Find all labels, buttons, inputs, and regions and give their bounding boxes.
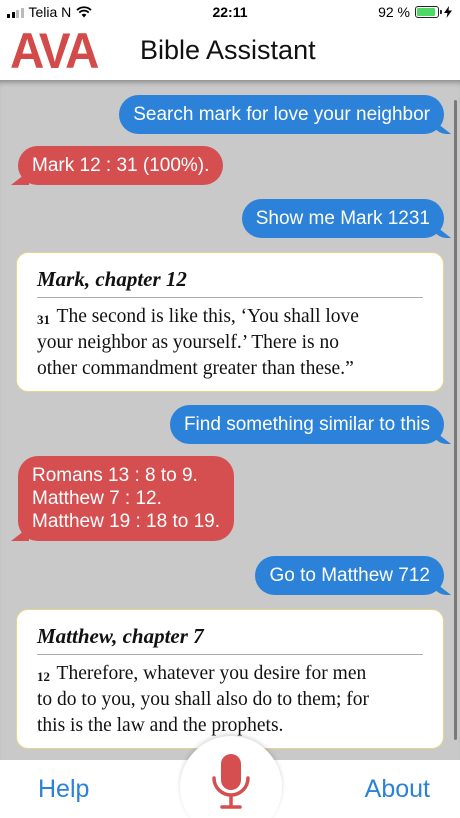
about-button[interactable]: About	[365, 775, 430, 804]
status-bar: Telia N 22:11 92 %	[0, 0, 460, 24]
assistant-message[interactable]: Mark 12 : 31 (100%).	[18, 146, 224, 185]
user-message: Search mark for love your neighbor	[119, 95, 444, 134]
message-text: Show me Mark 1231	[255, 208, 430, 229]
message-text: Mark 12 : 31 (100%).	[32, 155, 210, 176]
verse-line: this is the law and the prophets.	[37, 715, 284, 736]
verse-card: Mark, chapter 12 31 The second is like t…	[16, 252, 444, 392]
message-text: Find something similar to this	[183, 414, 430, 435]
verse-line: to do to you, you shall also do to them;…	[37, 689, 370, 710]
message-line: Matthew 7 : 12.	[32, 488, 162, 509]
message-text: Go to Matthew 712	[269, 565, 430, 586]
user-message: Go to Matthew 712	[255, 556, 444, 595]
microphone-icon	[212, 754, 250, 809]
verse-line: your neighbor as yourself.’ There is no	[37, 332, 339, 353]
verse-card-title: Mark, chapter 12	[37, 267, 423, 298]
verse-number: 12	[37, 669, 50, 684]
verse-card-title: Matthew, chapter 7	[37, 624, 423, 655]
verse-text: 12 Therefore, whatever you desire for me…	[37, 661, 423, 739]
chat-area[interactable]: Search mark for love your neighbor Mark …	[0, 80, 460, 760]
app-header: AVA Bible Assistant	[0, 24, 460, 80]
verse-number: 31	[37, 312, 50, 327]
charging-bolt-icon	[444, 6, 452, 18]
verse-line: other commandment greater than these.”	[37, 358, 354, 379]
battery-icon	[415, 6, 442, 18]
verse-text: 31 The second is like this, ‘You shall l…	[37, 304, 423, 382]
user-message: Find something similar to this	[169, 405, 444, 444]
message-text: Search mark for love your neighbor	[133, 104, 430, 125]
message-line: Matthew 19 : 18 to 19.	[32, 511, 221, 532]
help-button[interactable]: Help	[38, 775, 89, 804]
verse-line: The second is like this, ‘You shall love	[56, 306, 359, 327]
mic-button[interactable]	[180, 736, 282, 818]
ava-logo: AVA	[10, 23, 99, 79]
status-right: 92 %	[378, 4, 452, 20]
assistant-message[interactable]: Romans 13 : 8 to 9. Matthew 7 : 12. Matt…	[18, 456, 235, 541]
verse-line: Therefore, whatever you desire for men	[56, 663, 367, 684]
chat-scrollbar[interactable]	[454, 100, 457, 740]
user-message: Show me Mark 1231	[241, 199, 444, 238]
verse-card: Matthew, chapter 7 12 Therefore, whateve…	[16, 609, 444, 749]
app-title: Bible Assistant	[140, 35, 316, 65]
battery-percent: 92 %	[378, 4, 410, 20]
message-line: Romans 13 : 8 to 9.	[32, 465, 198, 486]
